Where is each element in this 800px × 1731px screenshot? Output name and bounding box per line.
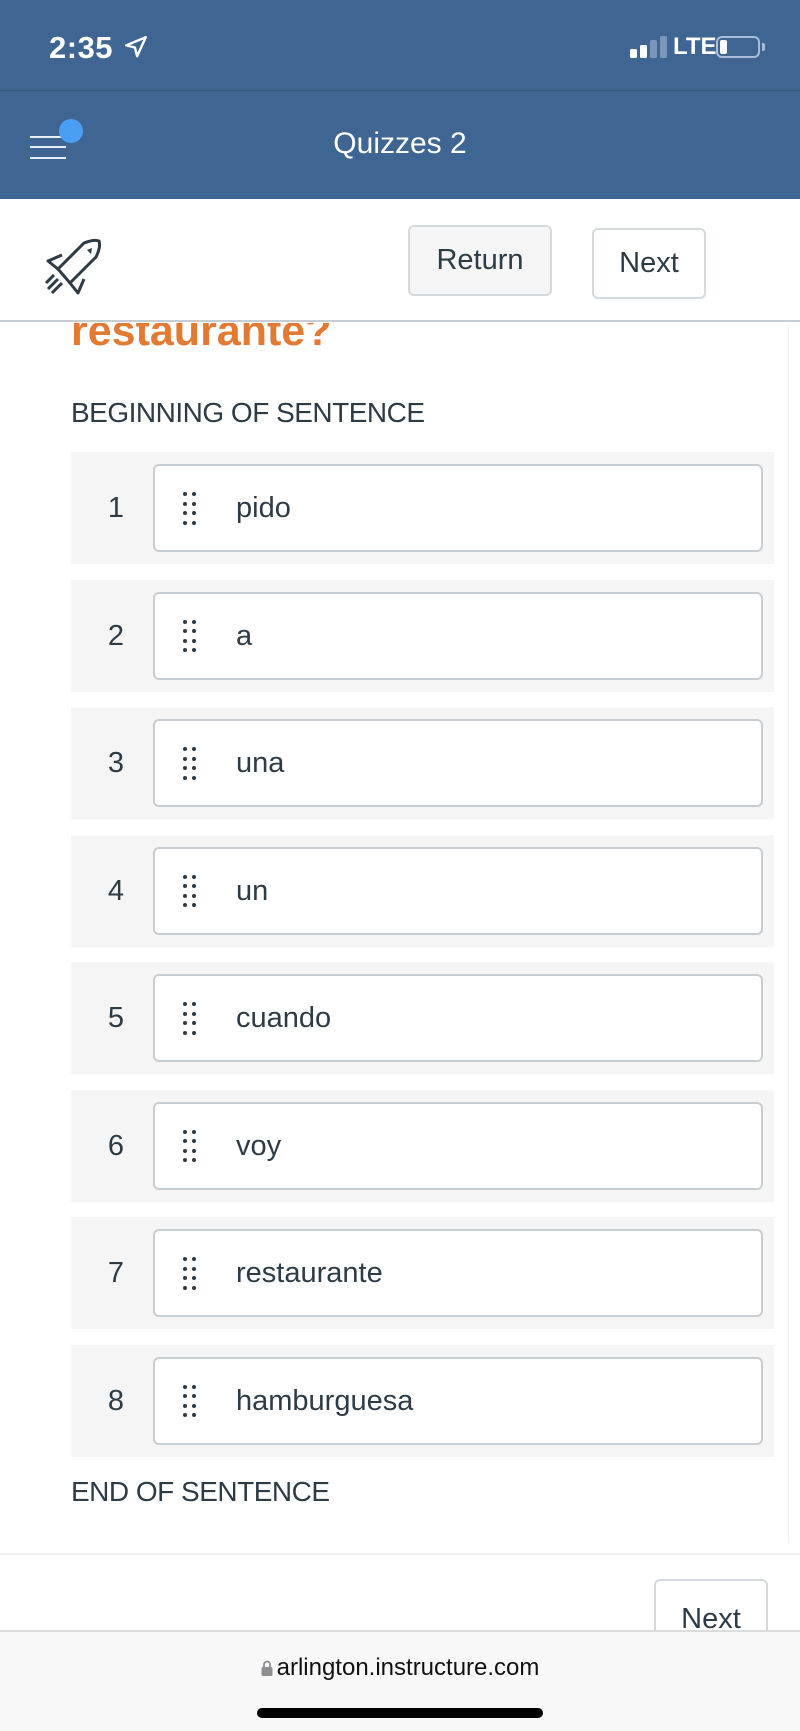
list-item: 1 pido — [71, 452, 774, 564]
end-of-sentence-label: END OF SENTENCE — [71, 1476, 330, 1507]
footer-divider — [0, 1553, 800, 1555]
item-position-number: 7 — [107, 1257, 125, 1289]
draggable-answer-item[interactable]: voy — [153, 1101, 763, 1190]
page-title: Quizzes 2 — [333, 127, 467, 160]
quiz-content: restaurante? BEGINNING OF SENTENCE 1 pido… — [0, 323, 800, 1630]
drag-handle-icon[interactable] — [183, 1257, 199, 1291]
drag-handle-icon[interactable] — [183, 1129, 199, 1164]
list-item: 3 una — [71, 707, 774, 819]
item-position-number: 1 — [107, 492, 125, 524]
item-position-number: 6 — [107, 1129, 125, 1162]
drag-handle-icon[interactable] — [183, 747, 199, 781]
drag-handle-icon[interactable] — [183, 874, 199, 909]
draggable-answer-item[interactable]: pido — [153, 464, 763, 552]
battery-level — [720, 40, 727, 54]
quiz-toolbar: Return Next — [0, 199, 800, 322]
panel-edge — [788, 323, 789, 1543]
draggable-answer-item[interactable]: un — [153, 846, 763, 935]
answer-text: hamburguesa — [236, 1384, 414, 1417]
list-item: 5 cuando — [71, 962, 774, 1074]
item-position-number: 2 — [107, 619, 125, 652]
draggable-answer-item[interactable]: restaurante — [153, 1229, 763, 1317]
draggable-answer-item[interactable]: cuando — [153, 974, 763, 1062]
drag-handle-icon[interactable] — [183, 1002, 199, 1036]
question-title: restaurante? — [71, 323, 332, 355]
answer-text: restaurante — [236, 1257, 383, 1289]
lock-icon — [261, 1660, 273, 1676]
nav-bar: Quizzes 2 — [0, 90, 800, 199]
battery-cap — [762, 43, 765, 51]
answer-text: cuando — [236, 1002, 332, 1034]
drag-handle-icon[interactable] — [183, 492, 199, 526]
url-bar[interactable]: arlington.instructure.com — [0, 1654, 800, 1682]
draggable-answer-item[interactable]: una — [153, 719, 763, 807]
list-item: 6 voy — [71, 1089, 774, 1202]
battery-icon — [716, 36, 760, 58]
return-button[interactable]: Return — [408, 225, 552, 296]
location-arrow-icon — [125, 36, 147, 58]
next-button-bottom[interactable]: Next — [654, 1579, 768, 1630]
draggable-answer-item[interactable]: hamburguesa — [153, 1356, 763, 1445]
browser-bar: arlington.instructure.com — [0, 1630, 800, 1731]
draggable-answer-item[interactable]: a — [153, 591, 763, 680]
item-position-number: 4 — [107, 874, 125, 907]
rocket-icon — [44, 238, 102, 295]
answer-text: pido — [236, 492, 291, 524]
list-item: 7 restaurante — [71, 1217, 774, 1329]
list-item: 2a — [71, 579, 774, 692]
drag-handle-icon[interactable] — [183, 619, 199, 654]
answer-text: una — [236, 747, 285, 779]
answer-text: un — [236, 874, 269, 907]
status-bar: 2:35 LTE — [0, 0, 800, 90]
item-position-number: 8 — [107, 1384, 125, 1417]
url-text: arlington.instructure.com — [276, 1654, 540, 1681]
item-position-number: 5 — [107, 1002, 125, 1034]
signal-strength-icon — [630, 36, 670, 58]
home-indicator[interactable] — [257, 1708, 543, 1718]
beginning-of-sentence-label: BEGINNING OF SENTENCE — [71, 397, 425, 428]
drag-handle-icon[interactable] — [183, 1384, 199, 1419]
list-item: 4 un — [71, 834, 774, 947]
item-position-number: 3 — [107, 747, 125, 779]
answer-text: voy — [236, 1129, 282, 1162]
list-item: 8 hamburguesa — [71, 1344, 774, 1457]
next-button-top[interactable]: Next — [592, 228, 706, 299]
network-type: LTE — [673, 33, 717, 60]
status-time: 2:35 — [49, 30, 114, 65]
answer-text: a — [236, 619, 253, 652]
